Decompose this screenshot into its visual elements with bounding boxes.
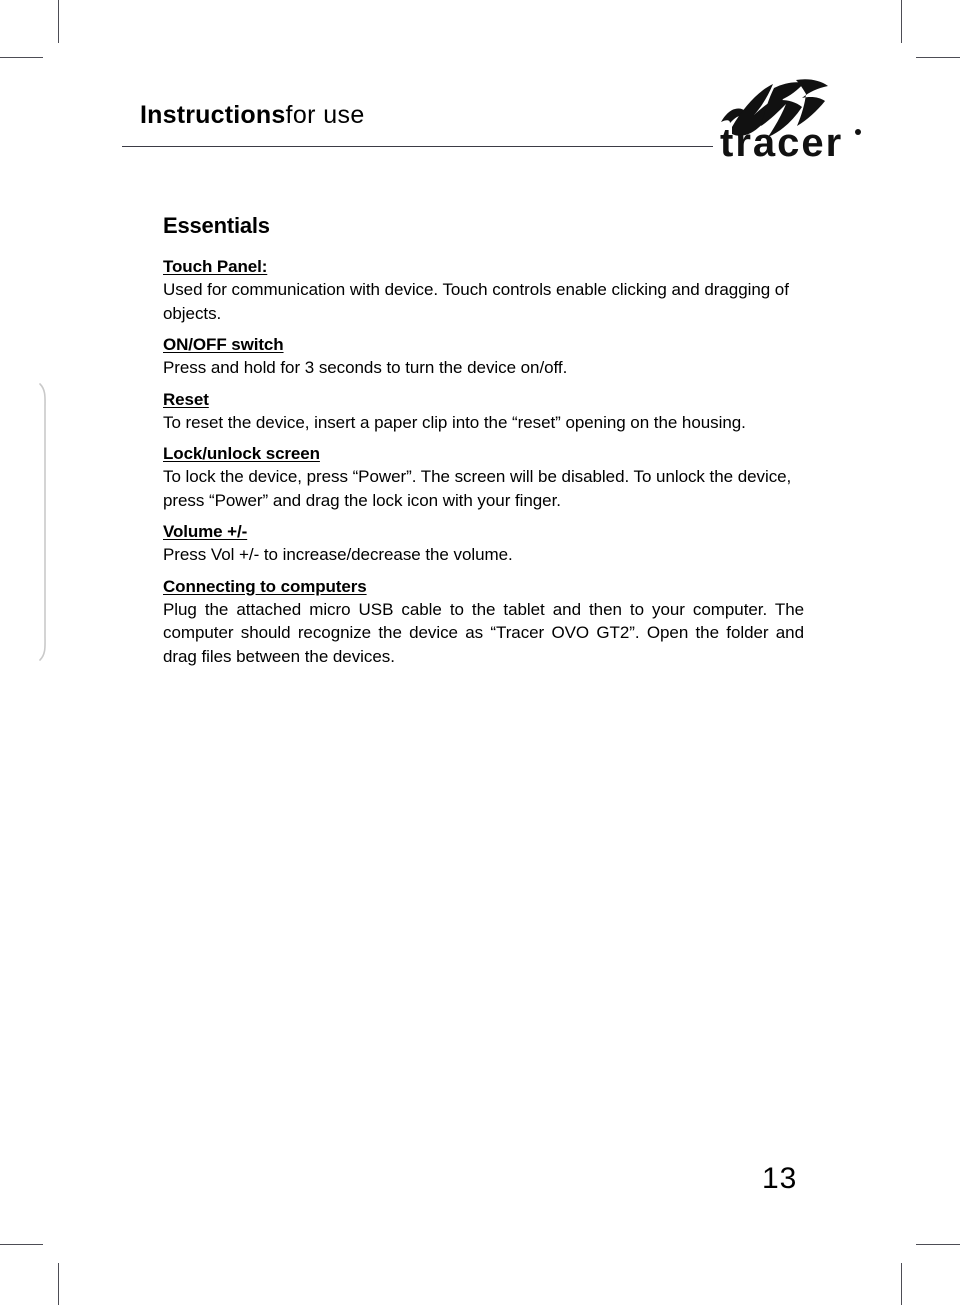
paragraph-touch-panel: Used for communication with device. Touc… xyxy=(163,280,789,323)
tracer-logo: tracer xyxy=(720,79,861,163)
subheading-volume: Volume +/- xyxy=(163,522,248,541)
tracer-wordmark-text: tracer xyxy=(720,121,843,163)
crop-mark-bottom-right-vertical xyxy=(901,1263,902,1305)
crop-mark-top-left-horizontal xyxy=(0,57,43,58)
content-block-volume: Volume +/- Press Vol +/- to increase/dec… xyxy=(163,521,804,567)
crop-mark-top-right-vertical xyxy=(901,0,902,43)
crop-mark-bottom-left-vertical xyxy=(58,1263,59,1305)
crop-mark-bottom-left-horizontal xyxy=(0,1244,43,1245)
header-title-bold: Instructions xyxy=(140,101,286,129)
subheading-lock-unlock-screen: Lock/unlock screen xyxy=(163,444,320,463)
content-block-lock-unlock-screen: Lock/unlock screen To lock the device, p… xyxy=(163,443,804,512)
content-block-on-off-switch: ON/OFF switch Press and hold for 3 secon… xyxy=(163,334,804,380)
subheading-touch-panel: Touch Panel: xyxy=(163,257,268,276)
crop-mark-top-right-horizontal xyxy=(916,57,960,58)
paragraph-reset: To reset the device, insert a paper clip… xyxy=(163,412,746,432)
paragraph-volume: Press Vol +/- to increase/decrease the v… xyxy=(163,545,513,564)
paragraph-on-off-switch: Press and hold for 3 seconds to turn the… xyxy=(163,358,568,377)
paragraph-connecting-to-computers: Plug the attached micro USB cable to the… xyxy=(163,599,804,666)
content-block-touch-panel: Touch Panel: Used for communication with… xyxy=(163,256,804,325)
registered-trademark-icon xyxy=(855,129,861,135)
crop-mark-top-left-vertical xyxy=(58,0,59,43)
section-title: Essentials xyxy=(163,213,270,238)
subheading-reset: Reset xyxy=(163,389,209,409)
document-page: Instructionsfor use tracer Essentials To… xyxy=(0,0,960,1305)
content-block-reset: Reset To reset the device, insert a pape… xyxy=(163,389,804,435)
crop-mark-bottom-right-horizontal xyxy=(916,1244,960,1245)
header-title-light: for use xyxy=(285,101,365,129)
page-header-title: Instructionsfor use xyxy=(140,101,365,130)
paragraph-lock-unlock-screen: To lock the device, press “Power”. The s… xyxy=(163,467,792,510)
main-content: Essentials Touch Panel: Used for communi… xyxy=(163,212,804,677)
subheading-connecting-to-computers: Connecting to computers xyxy=(163,576,367,596)
tracer-wordmark: tracer xyxy=(720,121,843,163)
content-block-connecting-to-computers: Connecting to computers Plug the attache… xyxy=(163,576,804,669)
subheading-on-off-switch: ON/OFF switch xyxy=(163,335,284,354)
binding-spine-line xyxy=(39,383,46,661)
page-number: 13 xyxy=(762,1162,798,1195)
header-divider-rule xyxy=(122,146,713,147)
